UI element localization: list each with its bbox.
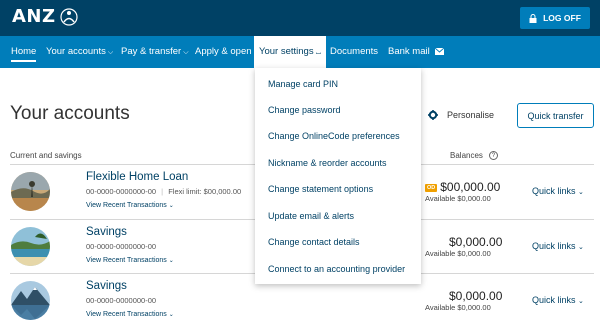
quick-links-label: Quick links: [532, 241, 576, 251]
account-avatar: [11, 227, 50, 266]
quick-transfer-label: Quick transfer: [527, 110, 584, 121]
account-avatar: [11, 172, 50, 211]
account-name[interactable]: Flexible Home Loan: [86, 171, 188, 183]
available-balance: Available $0,000.00: [425, 249, 491, 258]
chevron-down-icon: ⌄: [168, 258, 174, 264]
menu-item-email-alerts[interactable]: Update email & alerts: [268, 211, 354, 221]
gear-icon: [428, 110, 438, 120]
lock-icon: [529, 13, 537, 23]
menu-item-manage-card-pin[interactable]: Manage card PIN: [268, 79, 338, 89]
logo-text: ANZ: [12, 6, 56, 27]
nav-your-settings[interactable]: Your settings ⌴: [254, 36, 327, 68]
nav-documents[interactable]: Documents: [330, 36, 378, 68]
chevron-down-icon: ⌵: [107, 49, 114, 56]
quick-links-button[interactable]: Quick links ⌄: [532, 241, 584, 251]
account-name[interactable]: Savings: [86, 226, 127, 238]
account-number: 00-0000-0000000-00: [86, 242, 157, 251]
personalise-link[interactable]: Personalise: [428, 110, 494, 120]
help-icon[interactable]: ?: [488, 151, 498, 160]
view-recent-transactions-link[interactable]: View Recent Transactions ⌄: [86, 311, 174, 318]
account-number-value: 00-0000-0000000-00: [86, 187, 157, 196]
settings-dropdown-menu: Manage card PIN Change password Change O…: [255, 68, 421, 284]
menu-item-contact-details[interactable]: Change contact details: [268, 237, 360, 247]
balance: OD $00,000.00: [425, 180, 500, 194]
balances-header: Balances ?: [450, 151, 498, 160]
nav-home[interactable]: Home: [11, 36, 37, 68]
chevron-up-icon: ⌴: [315, 49, 322, 56]
account-number: 00-0000-0000000-00: [86, 296, 157, 305]
nav-pay-transfer-label: Pay & transfer: [121, 46, 182, 57]
menu-item-change-password[interactable]: Change password: [268, 105, 341, 115]
nav-documents-label: Documents: [330, 46, 379, 57]
nav-your-settings-label: Your settings: [259, 46, 314, 57]
balance-value: $00,000.00: [440, 180, 501, 194]
nav-bank-mail-label: Bank mail: [388, 46, 430, 57]
chevron-down-icon: ⌵: [183, 49, 189, 56]
menu-item-accounting-provider[interactable]: Connect to an accounting provider: [268, 264, 405, 274]
chevron-down-icon: ⌄: [168, 312, 174, 318]
envelope-icon: [435, 47, 445, 55]
view-recent-transactions-link[interactable]: View Recent Transactions ⌄: [86, 257, 174, 264]
page-title: Your accounts: [10, 103, 130, 124]
anz-people-icon: [59, 7, 78, 26]
account-avatar: [11, 281, 50, 320]
account-name[interactable]: Savings: [86, 280, 127, 292]
balance: $0,000.00: [449, 289, 503, 303]
log-off-button[interactable]: LOG OFF: [520, 7, 590, 29]
chevron-down-icon: ⌄: [578, 189, 584, 196]
chevron-down-icon: ⌄: [578, 244, 584, 251]
nav-apply-open[interactable]: Apply & open: [195, 36, 252, 68]
nav-pay-transfer[interactable]: Pay & transfer ⌵: [121, 36, 189, 68]
menu-item-statement-options[interactable]: Change statement options: [268, 184, 373, 194]
available-balance: Available $0,000.00: [425, 194, 491, 203]
overdrawn-badge: OD: [425, 183, 438, 192]
nav-your-accounts-label: Your accounts: [46, 46, 106, 57]
quick-links-button[interactable]: Quick links ⌄: [532, 186, 584, 196]
separator: |: [161, 187, 164, 196]
personalise-label: Personalise: [447, 110, 495, 120]
log-off-label: LOG OFF: [543, 13, 581, 23]
section-label: Current and savings: [10, 151, 82, 160]
chevron-down-icon: ⌄: [578, 298, 584, 305]
nav-your-accounts[interactable]: Your accounts ⌵: [46, 36, 113, 68]
view-recent-transactions-label: View Recent Transactions: [86, 311, 167, 318]
balances-label: Balances: [450, 151, 483, 160]
available-balance: Available $0,000.00: [425, 303, 491, 312]
chevron-down-icon: ⌄: [168, 203, 174, 209]
nav-apply-open-label: Apply & open: [195, 46, 252, 57]
anz-logo[interactable]: ANZ: [12, 6, 79, 27]
view-recent-transactions-link[interactable]: View Recent Transactions ⌄: [86, 202, 174, 209]
quick-links-button[interactable]: Quick links ⌄: [532, 295, 584, 305]
nav-home-label: Home: [11, 46, 37, 57]
menu-item-nickname-reorder[interactable]: Nickname & reorder accounts: [268, 158, 387, 168]
quick-links-label: Quick links: [532, 295, 576, 305]
quick-transfer-button[interactable]: Quick transfer: [517, 103, 594, 128]
view-recent-transactions-label: View Recent Transactions: [86, 257, 167, 264]
top-bar: ANZ LOG OFF: [0, 0, 600, 36]
quick-links-label: Quick links: [532, 186, 576, 196]
account-number: 00-0000-0000000-00 | Flexi limit: $00,00…: [86, 187, 241, 196]
main-nav: Home Your accounts ⌵ Pay & transfer ⌵ Appl…: [0, 36, 600, 68]
balance: $0,000.00: [449, 235, 503, 249]
view-recent-transactions-label: View Recent Transactions: [86, 202, 167, 209]
nav-bank-mail[interactable]: Bank mail: [388, 36, 445, 68]
flexi-limit: Flexi limit: $00,000.00: [168, 187, 242, 196]
menu-item-change-onlinecode[interactable]: Change OnlineCode preferences: [268, 131, 400, 141]
